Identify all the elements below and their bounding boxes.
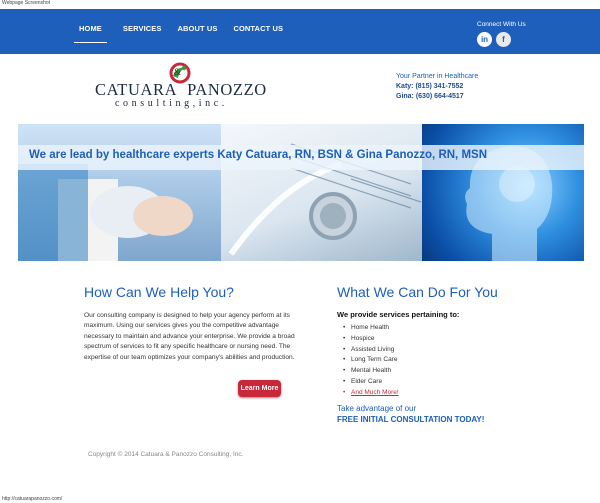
social-links: in f [477,32,515,47]
take-advantage-text: Take advantage of our [337,404,417,413]
logo-name: CATUARA PANOZZO [95,80,267,100]
nav-about-us[interactable]: ABOUT US [178,21,218,43]
phone-katy: Katy: (815) 341-7552 [396,83,464,90]
main-nav: HOME SERVICES ABOUT US CONTACT US [74,21,299,43]
services-list: Home Health Hospice Assisted Living Long… [343,323,517,399]
list-item: Hospice [343,334,517,345]
free-consultation-text: FREE INITIAL CONSULTATION TODAY! [337,415,485,424]
logo-name-left: CATUARA [95,80,178,99]
nav-contact-us[interactable]: CONTACT US [233,21,283,43]
hero-headline: We are lead by healthcare experts Katy C… [29,149,488,161]
top-navbar: HOME SERVICES ABOUT US CONTACT US Connec… [0,9,600,54]
services-heading: What We Can Do For You [337,284,498,300]
list-item: Elder Care [343,377,517,388]
services-section: What We Can Do For You We provide servic… [337,284,517,399]
contact-info: Your Partner in Healthcare Katy: (815) 3… [396,72,478,102]
facebook-icon[interactable]: f [496,32,511,47]
nav-services[interactable]: SERVICES [123,21,162,43]
logo-ampersand: & [174,67,182,77]
help-body: Our consulting company is designed to he… [84,312,295,361]
help-section: How Can We Help You? Our consulting comp… [84,284,296,363]
and-much-more-link[interactable]: And Much More! [343,388,517,399]
phone-gina: Gina: (630) 664-4517 [396,93,464,100]
logo-name-right: PANOZZO [187,80,267,99]
list-item: Assisted Living [343,345,517,356]
list-item: Mental Health [343,366,517,377]
tagline: Your Partner in Healthcare [396,73,479,80]
hero-banner: We are lead by healthcare experts Katy C… [18,124,584,261]
screenshot-label: Webpage Screenshot [2,0,50,6]
list-item: Home Health [343,323,517,334]
footer-copyright: Copyright © 2014 Catuara & Panozzo Consu… [88,451,244,458]
status-bar-url: http://catuarapanozzo.com/ [2,496,63,502]
connect-label: Connect With Us [477,21,526,28]
logo-subtitle: consulting,inc. [115,98,228,109]
company-logo[interactable]: CATUARA PANOZZO & consulting,inc. [95,62,270,112]
services-subheading: We provide services pertaining to: [337,310,460,319]
learn-more-button[interactable]: Learn More [238,380,281,397]
linkedin-icon[interactable]: in [477,32,492,47]
help-heading: How Can We Help You? [84,284,234,300]
list-item: Long Term Care [343,355,517,366]
nav-home[interactable]: HOME [74,21,107,43]
